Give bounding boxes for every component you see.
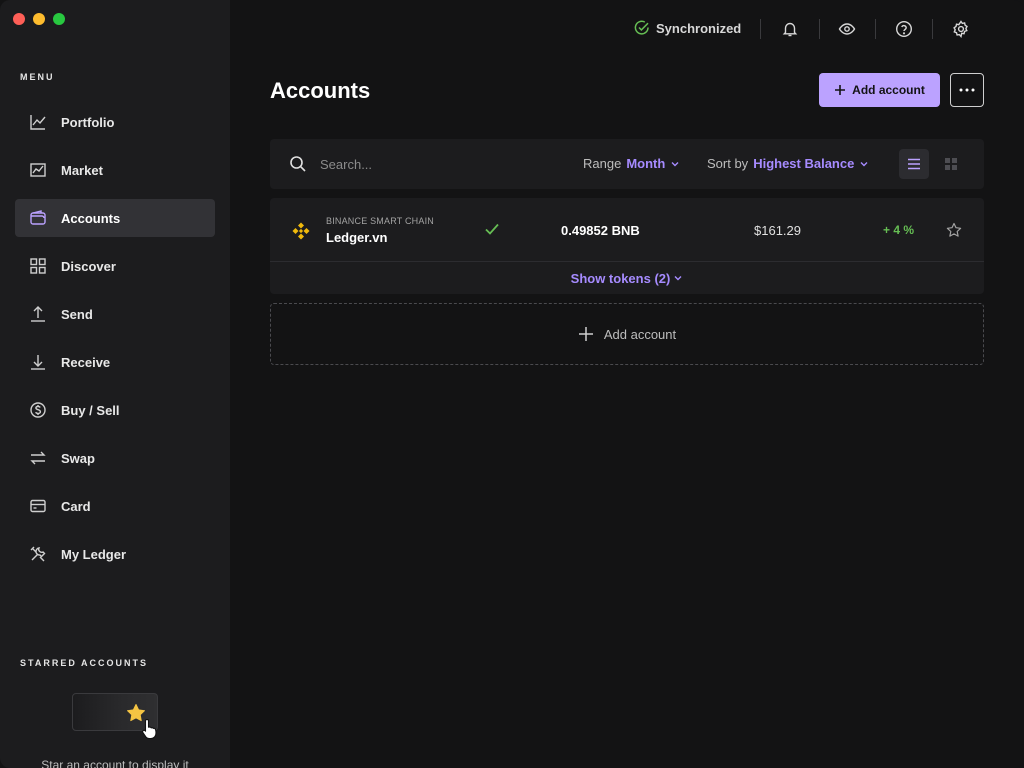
maximize-window-button[interactable] bbox=[53, 13, 65, 25]
chevron-down-icon bbox=[674, 276, 682, 281]
sidebar-item-swap[interactable]: Swap bbox=[15, 439, 215, 477]
separator bbox=[819, 19, 820, 39]
sidebar-item-card[interactable]: Card bbox=[15, 487, 215, 525]
star-outline-icon[interactable] bbox=[946, 222, 962, 238]
more-dots-icon bbox=[959, 88, 975, 92]
sidebar-item-send[interactable]: Send bbox=[15, 295, 215, 333]
starred-accounts-label: STARRED ACCOUNTS bbox=[20, 658, 148, 668]
page-title: Accounts bbox=[270, 78, 371, 103]
add-account-placeholder[interactable]: Add account bbox=[270, 303, 984, 365]
sort-label: Sort by bbox=[707, 156, 749, 171]
menu-label: MENU bbox=[20, 72, 55, 82]
list-view-toggle[interactable] bbox=[899, 149, 929, 179]
chart-line-icon bbox=[29, 113, 47, 131]
sidebar-item-receive[interactable]: Receive bbox=[15, 343, 215, 381]
separator bbox=[875, 19, 876, 39]
settings-icon[interactable] bbox=[951, 19, 971, 39]
add-account-button-label: Add account bbox=[852, 83, 925, 97]
chevron-down-icon bbox=[671, 161, 679, 166]
minimize-window-button[interactable] bbox=[33, 13, 45, 25]
sync-status-label: Synchronized bbox=[656, 20, 742, 36]
show-tokens-button[interactable]: Show tokens (2) bbox=[270, 262, 984, 294]
arrow-up-icon bbox=[29, 305, 47, 323]
grid-icon bbox=[945, 158, 957, 170]
more-options-button[interactable] bbox=[950, 73, 984, 107]
bnb-logo-icon bbox=[292, 222, 310, 240]
sidebar-item-my-ledger[interactable]: My Ledger bbox=[15, 535, 215, 573]
range-dropdown[interactable]: Range Month bbox=[583, 156, 680, 171]
help-icon[interactable] bbox=[894, 19, 914, 39]
eye-icon[interactable] bbox=[837, 19, 857, 39]
sidebar-item-label: Buy / Sell bbox=[61, 402, 120, 418]
add-account-placeholder-label: Add account bbox=[603, 326, 677, 342]
account-balance: 0.49852 BNB bbox=[561, 223, 640, 238]
sidebar-item-discover[interactable]: Discover bbox=[15, 247, 215, 285]
starred-accounts-illustration bbox=[72, 693, 158, 740]
account-name: Ledger.vn bbox=[326, 230, 388, 245]
starred-accounts-hint: Star an account to display it bbox=[41, 758, 189, 768]
grid-icon bbox=[29, 257, 47, 275]
tools-icon bbox=[29, 545, 47, 563]
account-fiat-value: $161.29 bbox=[754, 223, 801, 238]
range-value: Month bbox=[626, 156, 666, 171]
pointer-hand-icon bbox=[142, 718, 157, 740]
card-icon bbox=[29, 497, 47, 515]
account-chain: BINANCE SMART CHAIN bbox=[326, 216, 434, 226]
check-circle-icon bbox=[634, 20, 649, 35]
arrow-down-icon bbox=[29, 353, 47, 371]
wallet-icon bbox=[29, 209, 47, 227]
account-change: + 4 % bbox=[883, 223, 915, 237]
chevron-down-icon bbox=[860, 161, 868, 166]
sidebar-item-portfolio[interactable]: Portfolio bbox=[15, 103, 215, 141]
close-window-button[interactable] bbox=[13, 13, 25, 25]
swap-icon bbox=[29, 449, 47, 467]
bell-icon[interactable] bbox=[780, 19, 800, 39]
accounts-filter-bar: Range Month Sort by Highest Balance bbox=[270, 139, 984, 189]
sidebar-item-label: Market bbox=[61, 162, 103, 178]
plus-icon bbox=[578, 327, 593, 341]
sidebar-item-market[interactable]: Market bbox=[15, 151, 215, 189]
sidebar-item-label: Portfolio bbox=[61, 114, 115, 130]
separator bbox=[932, 19, 933, 39]
sidebar-item-label: Swap bbox=[61, 450, 95, 466]
sidebar-item-label: Discover bbox=[61, 258, 116, 274]
sidebar-item-label: Send bbox=[61, 306, 93, 322]
plus-icon bbox=[835, 85, 846, 95]
market-icon bbox=[29, 161, 47, 179]
sidebar: MENU Portfolio Market Accounts Discover … bbox=[0, 0, 230, 768]
window-controls bbox=[13, 13, 65, 25]
range-label: Range bbox=[583, 156, 622, 171]
dollar-icon bbox=[29, 401, 47, 419]
sidebar-item-label: Accounts bbox=[61, 210, 121, 226]
add-account-button[interactable]: Add account bbox=[819, 73, 940, 107]
sidebar-item-label: My Ledger bbox=[61, 546, 127, 562]
grid-view-toggle[interactable] bbox=[936, 149, 966, 179]
separator bbox=[760, 19, 761, 39]
account-card: BINANCE SMART CHAIN Ledger.vn 0.49852 BN… bbox=[270, 198, 984, 294]
sync-status[interactable]: Synchronized bbox=[634, 20, 741, 36]
sidebar-item-label: Card bbox=[61, 498, 91, 514]
sort-value: Highest Balance bbox=[753, 156, 855, 171]
top-bar: Synchronized bbox=[230, 0, 1024, 58]
show-tokens-label: Show tokens (2) bbox=[570, 270, 671, 286]
sidebar-nav: Portfolio Market Accounts Discover Send … bbox=[15, 103, 215, 583]
sidebar-item-label: Receive bbox=[61, 354, 111, 370]
check-icon bbox=[485, 223, 499, 235]
app-window: MENU Portfolio Market Accounts Discover … bbox=[0, 0, 1024, 768]
sidebar-item-accounts[interactable]: Accounts bbox=[15, 199, 215, 237]
search-icon bbox=[290, 156, 306, 172]
sort-dropdown[interactable]: Sort by Highest Balance bbox=[707, 156, 869, 171]
sidebar-item-buy-sell[interactable]: Buy / Sell bbox=[15, 391, 215, 429]
search-input[interactable] bbox=[320, 153, 520, 175]
account-row[interactable]: BINANCE SMART CHAIN Ledger.vn 0.49852 BN… bbox=[270, 198, 984, 262]
list-icon bbox=[908, 158, 920, 170]
